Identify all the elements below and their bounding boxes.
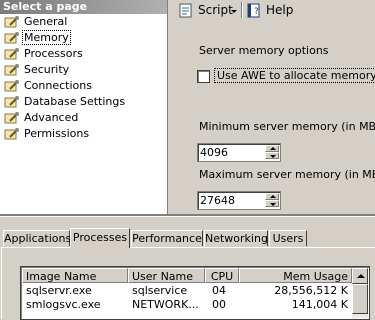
column-header-mem-usage[interactable]: Mem Usage <box>239 268 352 283</box>
sidebar-item-label: Connections <box>24 79 92 92</box>
sidebar-item-general[interactable]: General <box>0 14 167 30</box>
vertical-scrollbar[interactable] <box>352 268 368 318</box>
toolbar: Script ? Help <box>168 0 375 22</box>
section-title: Server memory options <box>199 44 329 57</box>
wrench-page-icon <box>4 32 19 44</box>
script-button[interactable]: Script <box>178 2 233 18</box>
awe-checkbox[interactable]: Use AWE to allocate memory <box>197 68 375 84</box>
sidebar-item-connections[interactable]: Connections <box>0 78 167 94</box>
table-row[interactable]: sqlservr.exe sqlservice 04 28,556,512 K <box>22 284 352 298</box>
task-manager-tabs: Applications Processes Performance Netwo… <box>0 228 375 248</box>
sidebar-item-database-settings[interactable]: Database Settings <box>0 94 167 110</box>
max-memory-spinner[interactable] <box>197 191 281 210</box>
spinner-buttons <box>265 193 279 208</box>
cell-mem-usage: 28,556,512 K <box>274 284 348 297</box>
sidebar-item-label: General <box>24 15 68 28</box>
script-label: Script <box>198 3 233 17</box>
sidebar-item-memory[interactable]: Memory <box>0 30 167 46</box>
wrench-page-icon <box>4 112 19 124</box>
spin-up-button[interactable] <box>265 145 279 152</box>
wrench-page-icon <box>4 96 19 108</box>
spin-down-button[interactable] <box>265 152 279 159</box>
sidebar-item-advanced[interactable]: Advanced <box>0 110 167 126</box>
toolbar-separator <box>241 2 243 18</box>
sidebar-item-security[interactable]: Security <box>0 62 167 78</box>
column-header-image-name[interactable]: Image Name <box>22 268 128 283</box>
script-icon <box>179 3 192 18</box>
awe-checkbox-label: Use AWE to allocate memory <box>214 68 375 83</box>
tab-processes[interactable]: Processes <box>70 228 130 248</box>
cell-image-name: smlogsvc.exe <box>26 298 101 311</box>
spin-down-button[interactable] <box>265 200 279 207</box>
cell-image-name: sqlservr.exe <box>26 284 92 297</box>
svg-text:?: ? <box>254 7 259 17</box>
scroll-thumb[interactable] <box>352 284 368 314</box>
sidebar-item-permissions[interactable]: Permissions <box>0 126 167 142</box>
wrench-page-icon <box>4 128 19 140</box>
sidebar-item-label: Memory <box>22 30 71 45</box>
scroll-up-button[interactable] <box>352 268 368 284</box>
process-list[interactable]: Image Name User Name CPU Mem Usage sqlse… <box>20 266 370 320</box>
sidebar-item-label: Processors <box>24 47 83 60</box>
wrench-page-icon <box>4 80 19 92</box>
cell-user-name: NETWORK... <box>132 298 199 311</box>
help-label: Help <box>266 3 294 17</box>
tab-networking[interactable]: Networking <box>204 230 268 246</box>
sidebar-item-processors[interactable]: Processors <box>0 46 167 62</box>
wrench-page-icon <box>4 64 19 76</box>
cell-mem-usage: 141,004 K <box>291 298 348 311</box>
wrench-page-icon <box>4 16 19 28</box>
help-button[interactable]: ? Help <box>246 2 293 18</box>
min-memory-spinner[interactable] <box>197 143 281 162</box>
sidebar-item-label: Permissions <box>24 127 90 140</box>
min-memory-label: Minimum server memory (in MB): <box>199 120 375 133</box>
list-header: Image Name User Name CPU Mem Usage <box>22 268 352 283</box>
wrench-page-icon <box>4 48 19 60</box>
sidebar-item-label: Advanced <box>24 111 79 124</box>
chevron-down-icon[interactable] <box>230 3 238 19</box>
sidebar-item-label: Security <box>24 63 70 76</box>
sidebar-item-label: Database Settings <box>24 95 126 108</box>
spinner-buttons <box>265 145 279 160</box>
page-selector: Select a page General Memory Processors … <box>0 0 168 214</box>
checkbox-box[interactable] <box>197 70 210 83</box>
tab-performance[interactable]: Performance <box>131 230 203 246</box>
tab-applications[interactable]: Applications <box>3 230 71 246</box>
help-book-icon: ? <box>247 3 260 18</box>
spin-up-button[interactable] <box>265 193 279 200</box>
cell-cpu: 00 <box>212 298 226 311</box>
max-memory-input[interactable] <box>200 193 260 207</box>
window-divider <box>0 214 375 217</box>
select-page-header: Select a page <box>0 0 167 14</box>
cell-cpu: 04 <box>212 284 226 297</box>
max-memory-label: Maximum server memory (in MB): <box>199 168 375 181</box>
column-header-cpu[interactable]: CPU <box>205 268 239 283</box>
column-header-user-name[interactable]: User Name <box>128 268 205 283</box>
page-list: General Memory Processors Security Conne… <box>0 14 167 142</box>
memory-options-pane: Script ? Help Server memory options Use … <box>168 0 375 214</box>
table-row[interactable]: smlogsvc.exe NETWORK... 00 141,004 K <box>22 298 352 312</box>
min-memory-input[interactable] <box>200 145 260 159</box>
tab-users[interactable]: Users <box>269 230 307 246</box>
cell-user-name: sqlservice <box>132 284 188 297</box>
